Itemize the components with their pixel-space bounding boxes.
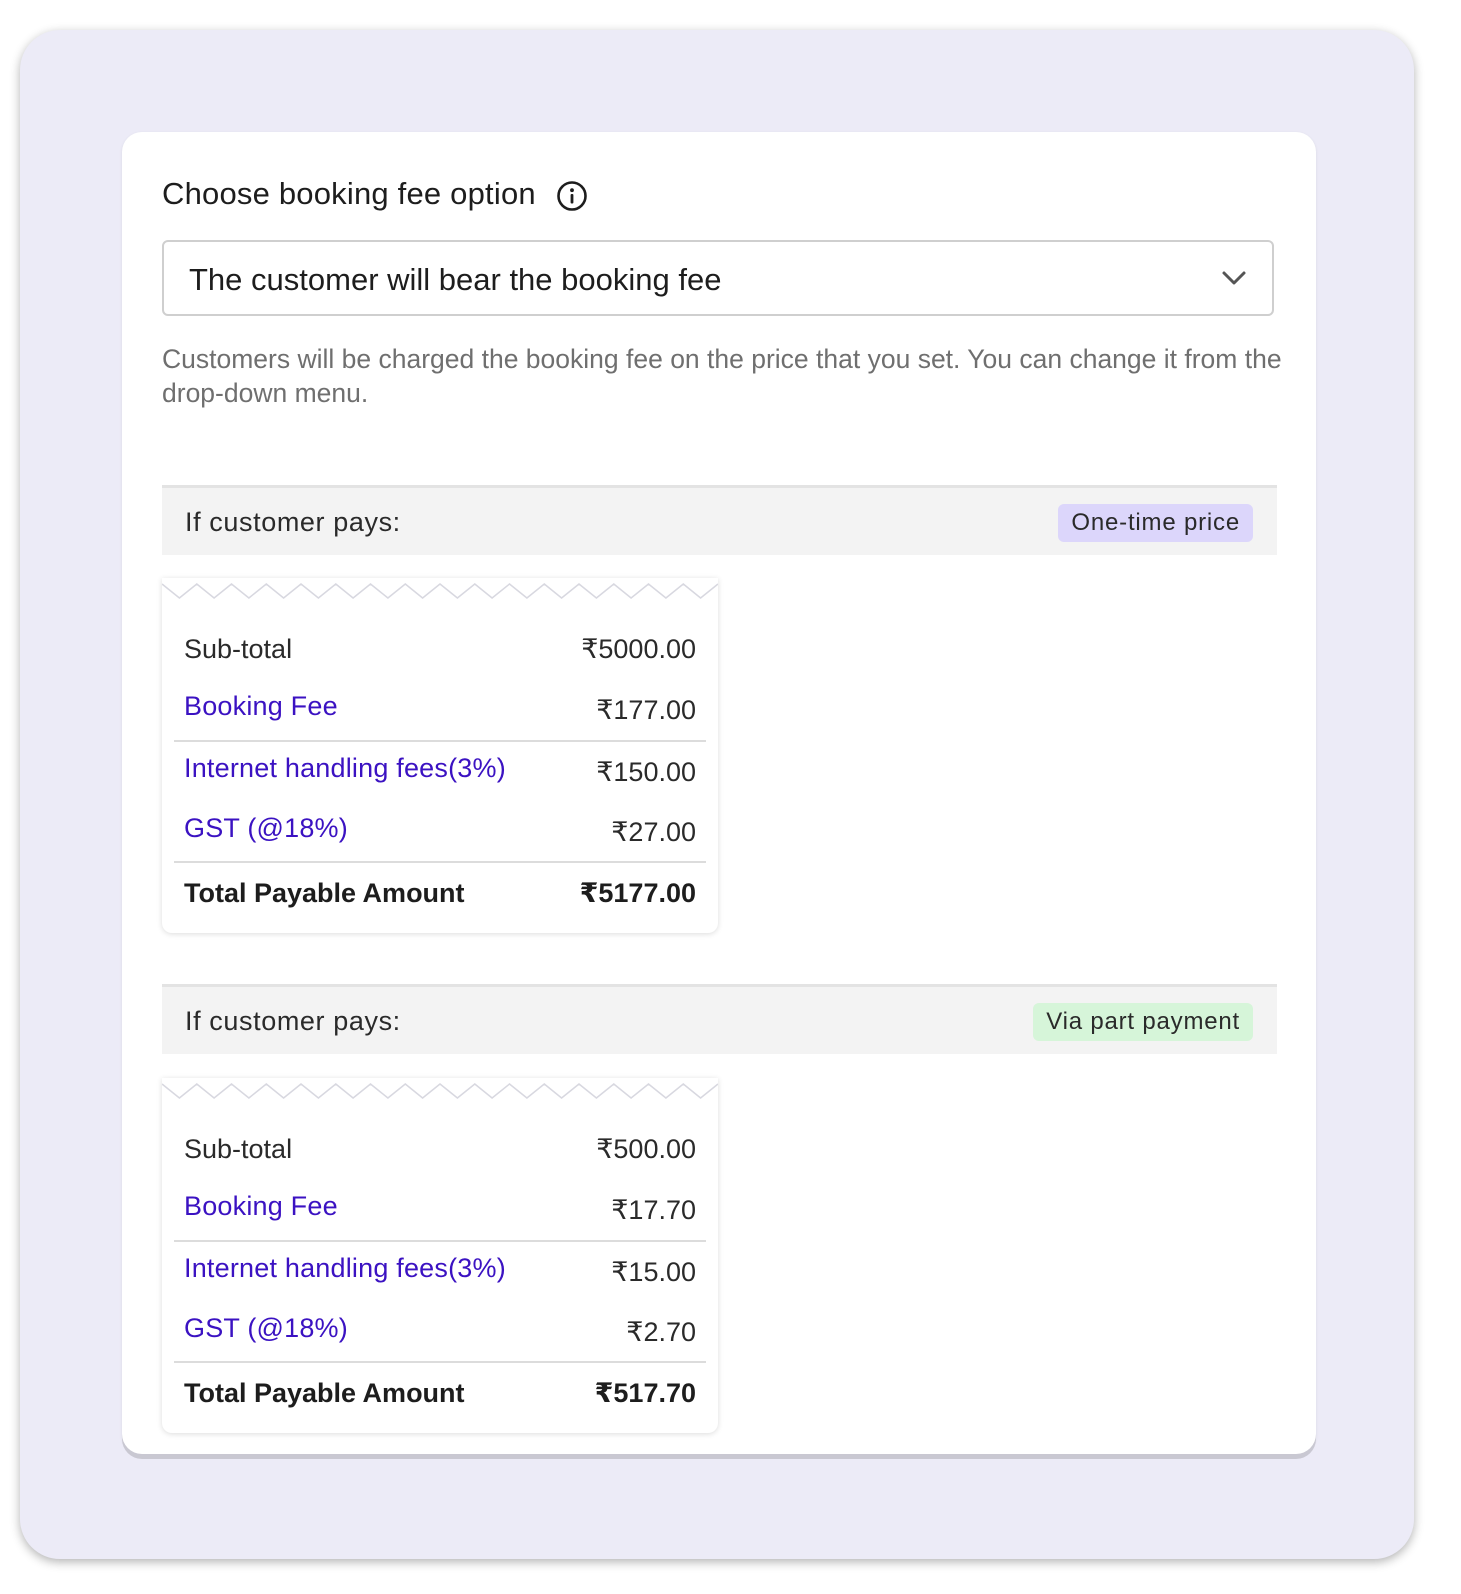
receipt-row-internet-fees: Internet handling fees(3%) ₹150.00 — [184, 753, 696, 793]
booking-fee-value: ₹17.70 — [611, 1195, 696, 1225]
booking-fee-label: Choose booking fee option — [162, 176, 536, 211]
subtotal-value: ₹5000.00 — [581, 634, 696, 664]
internet-handling-fees-value: ₹150.00 — [596, 757, 696, 787]
info-circle-icon[interactable] — [556, 180, 588, 212]
receipt-row-total: Total Payable Amount ₹517.70 — [184, 1378, 696, 1418]
receipt-divider — [174, 740, 706, 742]
gst-link[interactable]: GST (@18%) — [184, 813, 348, 844]
receipt-zigzag-edge — [162, 1083, 718, 1099]
gst-value: ₹2.70 — [626, 1317, 696, 1347]
booking-fee-label-row: Choose booking fee option — [162, 176, 588, 212]
booking-fee-link[interactable]: Booking Fee — [184, 1191, 338, 1222]
gst-link[interactable]: GST (@18%) — [184, 1313, 348, 1344]
receipt-row-booking-fee: Booking Fee ₹177.00 — [184, 691, 696, 731]
booking-fee-select[interactable]: The customer will bear the booking fee — [162, 240, 1274, 316]
section-header-part-payment: If customer pays: Via part payment — [162, 984, 1277, 1054]
booking-fee-link[interactable]: Booking Fee — [184, 691, 338, 722]
gst-value: ₹27.00 — [611, 817, 696, 847]
receipt-row-gst: GST (@18%) ₹2.70 — [184, 1313, 696, 1353]
receipt-divider — [174, 1240, 706, 1242]
section-title: If customer pays: — [185, 1006, 401, 1036]
internet-handling-fees-value: ₹15.00 — [611, 1257, 696, 1287]
outer-panel: Choose booking fee option The customer w… — [20, 30, 1414, 1559]
receipt-row-gst: GST (@18%) ₹27.00 — [184, 813, 696, 853]
booking-fee-card: Choose booking fee option The customer w… — [122, 132, 1316, 1454]
section-title: If customer pays: — [185, 507, 401, 537]
receipt-row-booking-fee: Booking Fee ₹17.70 — [184, 1191, 696, 1231]
receipt-row-internet-fees: Internet handling fees(3%) ₹15.00 — [184, 1253, 696, 1293]
part-payment-badge: Via part payment — [1033, 1003, 1253, 1041]
section-header-one-time: If customer pays: One-time price — [162, 485, 1277, 555]
booking-fee-value: ₹177.00 — [596, 695, 696, 725]
receipt-row-total: Total Payable Amount ₹5177.00 — [184, 878, 696, 918]
internet-handling-fees-link[interactable]: Internet handling fees(3%) — [184, 753, 506, 784]
one-time-price-badge: One-time price — [1058, 504, 1253, 542]
receipt-part-payment: Sub-total ₹500.00 Booking Fee ₹17.70 Int… — [162, 1078, 718, 1433]
total-payable-label: Total Payable Amount — [184, 1378, 465, 1408]
subtotal-value: ₹500.00 — [596, 1134, 696, 1164]
booking-fee-select-value: The customer will bear the booking fee — [189, 262, 722, 297]
subtotal-label: Sub-total — [184, 1134, 293, 1164]
total-payable-value: ₹517.70 — [594, 1378, 696, 1408]
receipt-row-subtotal: Sub-total ₹5000.00 — [184, 634, 696, 674]
receipt-zigzag-edge — [162, 583, 718, 599]
receipt-divider — [174, 1361, 706, 1363]
receipt-row-subtotal: Sub-total ₹500.00 — [184, 1134, 696, 1174]
receipt-one-time: Sub-total ₹5000.00 Booking Fee ₹177.00 I… — [162, 578, 718, 933]
chevron-down-icon — [1220, 264, 1248, 292]
total-payable-label: Total Payable Amount — [184, 878, 465, 908]
internet-handling-fees-link[interactable]: Internet handling fees(3%) — [184, 1253, 506, 1284]
receipt-divider — [174, 861, 706, 863]
booking-fee-help-text: Customers will be charged the booking fe… — [162, 344, 1282, 408]
subtotal-label: Sub-total — [184, 634, 293, 664]
total-payable-value: ₹5177.00 — [579, 878, 696, 908]
